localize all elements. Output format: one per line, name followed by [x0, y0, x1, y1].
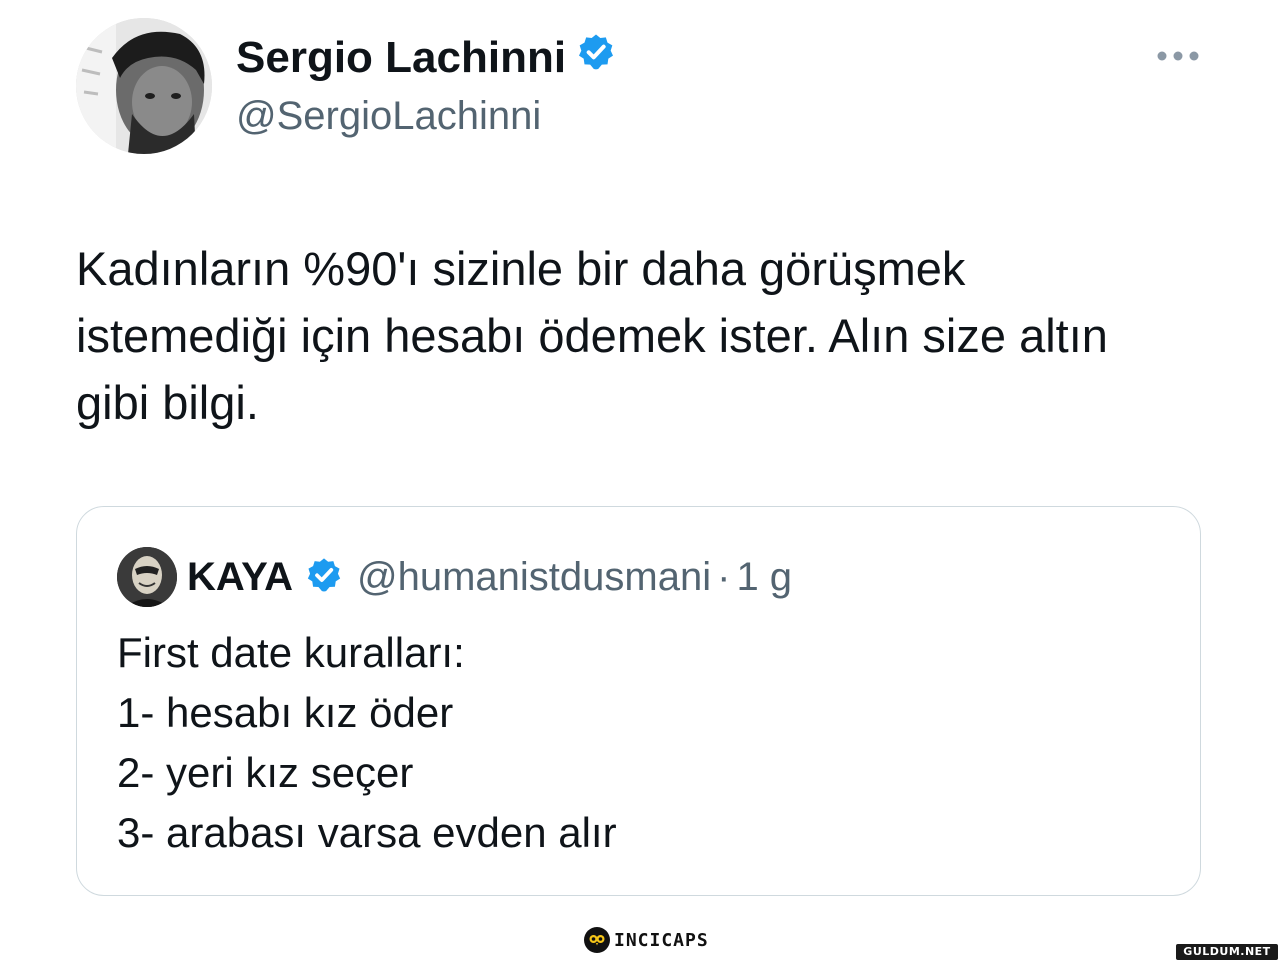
incicaps-watermark-text: INCICAPS: [614, 929, 709, 951]
quoted-tweet-line: 1- hesabı kız öder: [117, 689, 454, 736]
verified-badge-icon: [576, 32, 616, 84]
author-display-name[interactable]: Sergio Lachinni: [236, 32, 566, 84]
quoted-author-avatar-image: [117, 547, 177, 607]
incicaps-watermark: INCICAPS: [584, 926, 709, 954]
verified-badge-icon: [305, 556, 343, 599]
more-horizontal-icon: [1157, 51, 1199, 61]
quoted-author-handle[interactable]: @humanistdusmani: [357, 555, 711, 600]
quoted-tweet-line: 3- arabası varsa evden alır: [117, 809, 617, 856]
separator-dot: ·: [717, 554, 731, 599]
quoted-author-avatar[interactable]: [117, 547, 177, 607]
author-avatar[interactable]: [76, 18, 212, 154]
quoted-tweet-text: First date kuralları: 1- hesabı kız öder…: [117, 623, 617, 863]
guldum-watermark: GULDUM.NET: [1176, 944, 1278, 960]
quoted-tweet-timestamp[interactable]: 1 g: [736, 555, 792, 600]
quoted-tweet-line: First date kuralları:: [117, 629, 465, 676]
tweet-text: Kadınların %90'ı sizinle bir daha görüşm…: [76, 242, 1108, 429]
quoted-tweet-line: 2- yeri kız seçer: [117, 749, 414, 796]
quoted-tweet-card[interactable]: KAYA @humanistdusmani · 1 g First date k…: [76, 506, 1201, 896]
quoted-author-display-name[interactable]: KAYA: [187, 555, 293, 600]
author-avatar-image: [76, 18, 212, 154]
author-handle[interactable]: @SergioLachinni: [236, 92, 541, 140]
owl-logo-icon: [584, 927, 610, 953]
more-options-button[interactable]: [1152, 40, 1204, 72]
author-display-name-row[interactable]: Sergio Lachinni: [236, 32, 616, 84]
quoted-tweet-header: KAYA @humanistdusmani · 1 g: [117, 547, 792, 607]
